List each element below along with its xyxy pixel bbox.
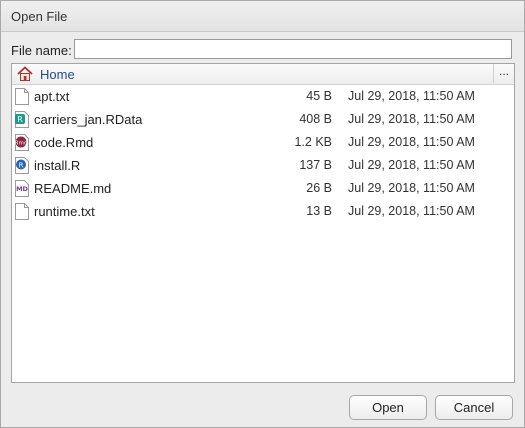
file-row-runtime-txt[interactable]: runtime.txt 13 B Jul 29, 2018, 11:50 AM	[12, 200, 514, 223]
rdata-file-icon: R	[15, 111, 29, 128]
file-modified: Jul 29, 2018, 11:50 AM	[348, 135, 475, 149]
file-row-code-rmd[interactable]: Rmd code.Rmd 1.2 KB Jul 29, 2018, 11:50 …	[12, 131, 514, 154]
file-modified: Jul 29, 2018, 11:50 AM	[348, 204, 475, 218]
markdown-file-icon: MD	[15, 180, 29, 197]
file-size: 1.2 KB	[294, 135, 332, 149]
open-file-dialog: Open File File name: Home ... apt.txt 45…	[0, 0, 525, 428]
svg-text:R: R	[19, 161, 24, 169]
file-name-row: File name:	[11, 39, 514, 61]
file-modified: Jul 29, 2018, 11:50 AM	[348, 112, 475, 126]
file-size: 26 B	[306, 181, 332, 195]
file-name: README.md	[34, 181, 112, 196]
title-bar: Open File	[1, 1, 524, 32]
file-name: code.Rmd	[34, 135, 94, 150]
svg-text:MD: MD	[16, 185, 28, 193]
svg-text:Rmd: Rmd	[15, 141, 27, 147]
file-list: apt.txt 45 B Jul 29, 2018, 11:50 AM R ca…	[12, 85, 514, 223]
home-icon[interactable]	[17, 66, 33, 82]
file-row-carriers-jan-rdata[interactable]: R carriers_jan.RData 408 B Jul 29, 2018,…	[12, 108, 514, 131]
text-file-icon	[15, 203, 29, 220]
more-options-button[interactable]: ...	[493, 64, 514, 83]
svg-text:R: R	[17, 115, 23, 124]
file-size: 13 B	[306, 204, 332, 218]
open-button[interactable]: Open	[349, 395, 427, 420]
path-bar: Home ...	[12, 64, 514, 85]
file-name: carriers_jan.RData	[34, 112, 143, 127]
file-size: 137 B	[299, 158, 332, 172]
file-browser: Home ... apt.txt 45 B Jul 29, 2018, 11:5…	[11, 63, 515, 383]
file-row-readme-md[interactable]: MD README.md 26 B Jul 29, 2018, 11:50 AM	[12, 177, 514, 200]
file-name: apt.txt	[34, 89, 70, 104]
text-file-icon	[15, 88, 29, 105]
file-name: install.R	[34, 158, 81, 173]
dialog-title: Open File	[11, 9, 68, 24]
file-modified: Jul 29, 2018, 11:50 AM	[348, 158, 475, 172]
file-row-apt-txt[interactable]: apt.txt 45 B Jul 29, 2018, 11:50 AM	[12, 85, 514, 108]
cancel-button[interactable]: Cancel	[435, 395, 513, 420]
rmd-file-icon: Rmd	[15, 134, 29, 151]
file-name-input[interactable]	[74, 39, 512, 59]
path-home-link[interactable]: Home	[40, 67, 75, 82]
file-modified: Jul 29, 2018, 11:50 AM	[348, 181, 475, 195]
file-size: 45 B	[306, 89, 332, 103]
file-size: 408 B	[299, 112, 332, 126]
file-row-install-r[interactable]: R install.R 137 B Jul 29, 2018, 11:50 AM	[12, 154, 514, 177]
file-name-label: File name:	[11, 43, 72, 58]
file-name: runtime.txt	[34, 204, 95, 219]
file-modified: Jul 29, 2018, 11:50 AM	[348, 89, 475, 103]
r-script-icon: R	[15, 157, 29, 174]
